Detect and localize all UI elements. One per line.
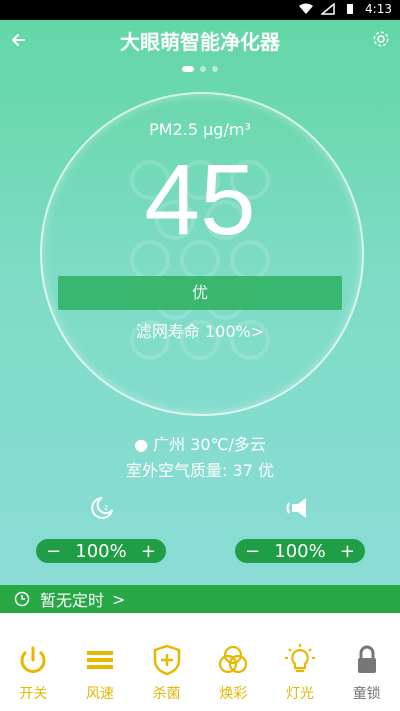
color-circles-icon [219,645,248,674]
left-plus-button[interactable]: + [141,541,156,562]
clock-icon [14,591,30,607]
timer-bar[interactable]: 暂无定时 > [0,585,400,613]
nav-label-color: 焕彩 [219,686,248,702]
power-icon [20,646,46,673]
status-icons: 4:13 [299,2,392,16]
left-level-control: − 100% + [36,539,166,563]
carousel-dot [212,66,218,72]
page-title: 大眼萌智能净化器 [120,30,280,54]
nav-label-wind-speed: 风速 [86,686,114,702]
bottom-nav: 开关 风速 杀菌 焕彩 灯光 童锁 [0,613,400,711]
nav-label-child-lock: 童锁 [352,686,381,702]
wind-speed-icon [87,651,113,669]
filter-life-link[interactable]: 滤网寿命 100%> [0,318,400,342]
carousel-indicator [0,66,400,72]
nav-label-sterilize: 杀菌 [152,686,181,702]
outdoor-air-quality: 室外空气质量: 37 优 [126,461,274,480]
carousel-dot [200,66,206,72]
gear-icon[interactable] [372,30,390,48]
right-plus-button[interactable]: + [340,541,355,562]
right-minus-button[interactable]: − [245,541,260,562]
lock-icon [357,645,376,673]
chevron-right-icon: > [112,589,126,609]
header: 大眼萌智能净化器 [0,20,400,62]
status-time: 4:13 [365,2,392,16]
battery-icon [347,4,354,14]
location-weather: ● 广州 30℃/多云 [0,431,400,455]
timer-label: 暂无定时 [40,591,105,610]
svg-text:z: z [104,503,108,512]
wifi-icon [299,3,314,14]
pm25-value: 45 [144,144,256,256]
status-bar: 4:13 [0,0,400,20]
carousel-dot-active [182,66,194,72]
nav-item-power[interactable]: 开关 [0,613,67,711]
right-level-value: 100% [274,540,326,562]
nav-label-power: 开关 [19,686,48,702]
right-level-control: − 100% + [235,539,365,563]
nav-item-sterilize[interactable]: 杀菌 [133,613,200,711]
nav-label-light: 灯光 [286,686,315,702]
nav-item-wind-speed[interactable]: 风速 [67,613,134,711]
bulb-icon [285,644,316,673]
pm25-label: PM2.5 μg/m³ [149,120,251,139]
left-level-value: 100% [75,540,127,562]
location-weather-text: 广州 30℃/多云 [153,435,266,454]
location-pin-icon: ● [134,435,149,454]
nav-item-light[interactable]: 灯光 [267,613,334,711]
nav-item-color[interactable]: 焕彩 [200,613,267,711]
shield-plus-icon [153,644,180,676]
volume-icon[interactable] [282,492,318,524]
signal-icon [321,3,335,15]
air-quality-badge: 优 [58,276,342,310]
nav-item-child-lock[interactable]: 童锁 [333,613,400,711]
left-minus-button[interactable]: − [46,541,61,562]
sleep-mode-icon[interactable]: z [82,492,118,524]
